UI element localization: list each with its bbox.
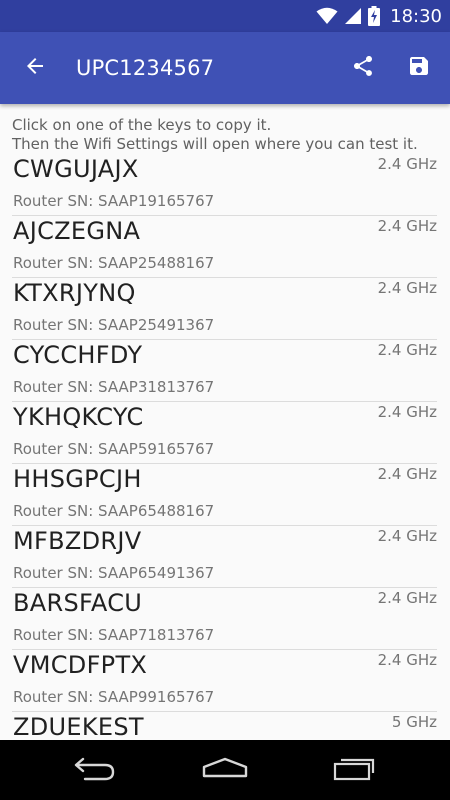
frequency-band: 2.4 GHz bbox=[377, 403, 437, 421]
save-button[interactable] bbox=[391, 40, 447, 96]
back-button[interactable] bbox=[7, 40, 63, 96]
frequency-band: 2.4 GHz bbox=[377, 217, 437, 235]
router-serial: Router SN: SAAP71813767 bbox=[13, 626, 215, 644]
wifi-key: KTXRJYNQ bbox=[13, 279, 136, 307]
list-item[interactable]: MFBZDRJV 2.4 GHz Router SN: SAAP65491367 bbox=[12, 526, 437, 588]
save-icon bbox=[407, 54, 431, 82]
nav-recents-button[interactable] bbox=[315, 740, 395, 800]
frequency-band: 5 GHz bbox=[391, 713, 437, 731]
wifi-icon bbox=[316, 7, 338, 25]
status-bar: 18:30 bbox=[0, 0, 450, 32]
instructions-line-2: Then the Wifi Settings will open where y… bbox=[12, 135, 418, 153]
instructions: Click on one of the keys to copy it. The… bbox=[0, 104, 450, 154]
router-serial: Router SN: SAAP25491367 bbox=[13, 316, 215, 334]
frequency-band: 2.4 GHz bbox=[377, 589, 437, 607]
instructions-line-1: Click on one of the keys to copy it. bbox=[12, 116, 272, 134]
list-item[interactable]: AJCZEGNA 2.4 GHz Router SN: SAAP25488167 bbox=[12, 216, 437, 278]
wifi-key: BARSFACU bbox=[13, 589, 143, 617]
router-serial: Router SN: SAAP65491367 bbox=[13, 564, 215, 582]
arrow-back-icon bbox=[23, 54, 47, 82]
wifi-key: YKHQKCYC bbox=[13, 403, 144, 431]
frequency-band: 2.4 GHz bbox=[377, 155, 437, 173]
frequency-band: 2.4 GHz bbox=[377, 465, 437, 483]
frequency-band: 2.4 GHz bbox=[377, 527, 437, 545]
key-list-screen[interactable]: Click on one of the keys to copy it. The… bbox=[0, 104, 450, 740]
nav-back-icon bbox=[73, 755, 117, 785]
nav-home-icon bbox=[200, 755, 250, 785]
share-button[interactable] bbox=[335, 40, 391, 96]
list-item[interactable]: ZDUEKEST 5 GHz bbox=[12, 712, 437, 740]
router-serial: Router SN: SAAP19165767 bbox=[13, 192, 215, 210]
wifi-key: VMCDFPTX bbox=[13, 651, 148, 679]
list-item[interactable]: CWGUJAJX 2.4 GHz Router SN: SAAP19165767 bbox=[12, 154, 437, 216]
list-item[interactable]: BARSFACU 2.4 GHz Router SN: SAAP71813767 bbox=[12, 588, 437, 650]
list-item[interactable]: VMCDFPTX 2.4 GHz Router SN: SAAP99165767 bbox=[12, 650, 437, 712]
battery-icon bbox=[368, 6, 381, 26]
router-serial: Router SN: SAAP25488167 bbox=[13, 254, 215, 272]
wifi-key: HHSGPCJH bbox=[13, 465, 142, 493]
wifi-key: CWGUJAJX bbox=[13, 155, 139, 183]
key-list: CWGUJAJX 2.4 GHz Router SN: SAAP19165767… bbox=[0, 154, 450, 740]
frequency-band: 2.4 GHz bbox=[377, 279, 437, 297]
wifi-key: MFBZDRJV bbox=[13, 527, 142, 555]
list-item[interactable]: HHSGPCJH 2.4 GHz Router SN: SAAP65488167 bbox=[12, 464, 437, 526]
wifi-key: ZDUEKEST bbox=[13, 713, 144, 740]
status-time: 18:30 bbox=[390, 5, 442, 27]
signal-icon bbox=[344, 7, 362, 25]
router-serial: Router SN: SAAP99165767 bbox=[13, 688, 215, 706]
nav-recents-icon bbox=[333, 755, 377, 785]
router-serial: Router SN: SAAP65488167 bbox=[13, 502, 215, 520]
wifi-key: AJCZEGNA bbox=[13, 217, 141, 245]
router-serial: Router SN: SAAP31813767 bbox=[13, 378, 215, 396]
router-serial: Router SN: SAAP59165767 bbox=[13, 440, 215, 458]
nav-back-button[interactable] bbox=[55, 740, 135, 800]
app-toolbar: UPC1234567 bbox=[0, 32, 450, 104]
list-item[interactable]: CYCCHFDY 2.4 GHz Router SN: SAAP31813767 bbox=[12, 340, 437, 402]
wifi-key: CYCCHFDY bbox=[13, 341, 143, 369]
navigation-bar bbox=[0, 740, 450, 800]
share-icon bbox=[351, 54, 375, 82]
page-title: UPC1234567 bbox=[76, 56, 215, 80]
nav-home-button[interactable] bbox=[185, 740, 265, 800]
list-item[interactable]: KTXRJYNQ 2.4 GHz Router SN: SAAP25491367 bbox=[12, 278, 437, 340]
frequency-band: 2.4 GHz bbox=[377, 651, 437, 669]
frequency-band: 2.4 GHz bbox=[377, 341, 437, 359]
list-item[interactable]: YKHQKCYC 2.4 GHz Router SN: SAAP59165767 bbox=[12, 402, 437, 464]
